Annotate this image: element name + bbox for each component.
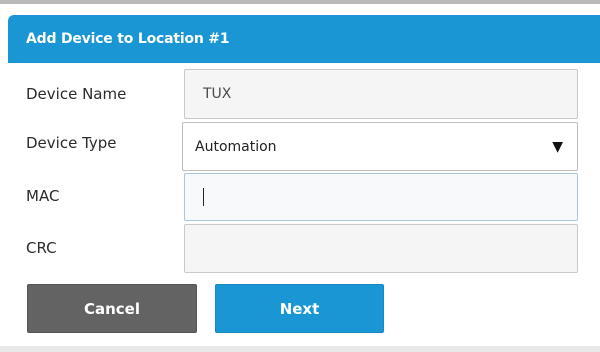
next-button[interactable]: Next — [215, 284, 384, 333]
device-type-label: Device Type — [26, 134, 117, 152]
mac-input[interactable] — [184, 173, 578, 221]
device-name-value: TUX — [203, 86, 232, 102]
mac-label: MAC — [26, 187, 60, 205]
device-name-input[interactable]: TUX — [184, 69, 578, 119]
crc-label: CRC — [26, 239, 57, 257]
dialog-header: Add Device to Location #1 — [8, 15, 600, 63]
crc-input[interactable] — [184, 224, 578, 273]
device-name-label: Device Name — [26, 85, 127, 103]
dropdown-arrow-icon: ▼ — [552, 138, 563, 155]
add-device-dialog: Add Device to Location #1 Device Name TU… — [0, 0, 600, 352]
window-top-edge — [0, 0, 600, 4]
next-button-label: Next — [279, 299, 320, 318]
device-type-value: Automation — [195, 138, 277, 155]
dialog-title: Add Device to Location #1 — [26, 31, 230, 47]
cancel-button-label: Cancel — [83, 299, 140, 318]
cancel-button[interactable]: Cancel — [27, 284, 197, 333]
device-type-select[interactable]: Automation ▼ — [182, 122, 578, 171]
text-cursor — [203, 188, 204, 206]
window-bottom-edge — [0, 346, 600, 352]
